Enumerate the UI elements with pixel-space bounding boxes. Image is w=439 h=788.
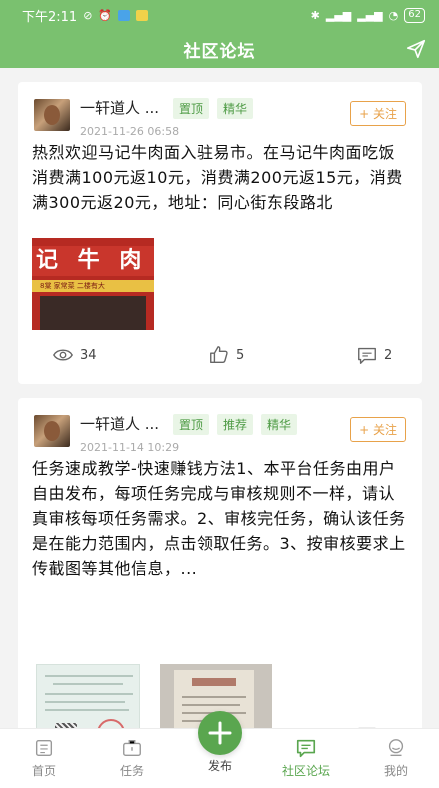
post-image-certificate[interactable] <box>36 664 140 728</box>
tab-mine-label: 我的 <box>383 764 408 778</box>
mute-icon: ⊘ <box>83 8 93 22</box>
post-date: 2021-11-26 06:58 <box>80 125 180 138</box>
tab-tasks[interactable]: 任务 <box>102 737 162 779</box>
post-card[interactable]: 一轩道人 ... 置顶 精华 2021-11-26 06:58 + 关注 热烈欢… <box>18 82 422 384</box>
comments-count: 2 <box>384 347 393 363</box>
tab-mine[interactable]: 我的 <box>366 737 426 779</box>
briefcase-icon <box>123 739 141 757</box>
shop-door <box>40 296 146 330</box>
avatar[interactable] <box>34 99 70 131</box>
post-image[interactable]: 记 牛 肉 8棠 家常菜 二楼有大 <box>32 238 154 330</box>
views-stat: 34 <box>52 344 97 366</box>
publish-label: 发布 <box>207 759 232 773</box>
page-title: 社区论坛 <box>183 41 256 62</box>
plus-icon <box>208 721 232 745</box>
message-notification-icon <box>136 9 149 21</box>
app-notification-icon <box>118 9 131 21</box>
home-icon <box>35 739 53 757</box>
tag-pinned: 置顶 <box>173 414 210 435</box>
tab-home-label: 首页 <box>31 764 56 778</box>
wifi-icon: ◔ <box>388 8 399 22</box>
status-bar: 下午2:11 ⊘ ⏰ ✱ ▂▄▆ ▂▄▆ ◔ 62 <box>0 0 439 30</box>
thumbs-up-icon <box>210 346 228 364</box>
tag-featured: 精华 <box>217 98 254 119</box>
tab-tasks-label: 任务 <box>119 764 144 778</box>
shop-banner-text: 8棠 家常菜 二楼有大 <box>32 280 154 292</box>
post-feed[interactable]: 一轩道人 ... 置顶 精华 2021-11-26 06:58 + 关注 热烈欢… <box>0 68 439 728</box>
tag-recommended: 推荐 <box>217 414 254 435</box>
bluetooth-icon: ✱ <box>310 8 320 22</box>
comment-button[interactable]: 2 <box>356 344 392 366</box>
eye-icon <box>53 349 73 361</box>
user-icon <box>388 739 404 757</box>
tag-pinned: 置顶 <box>173 98 210 119</box>
avatar[interactable] <box>34 415 70 447</box>
send-icon[interactable] <box>405 38 427 60</box>
post-author[interactable]: 一轩道人 ... <box>80 97 159 118</box>
post-date: 2021-11-14 10:29 <box>80 441 180 454</box>
post-body[interactable]: 热烈欢迎马记牛肉面入驻易市。在马记牛肉面吃饭消费满100元返10元，消费满200… <box>32 140 408 215</box>
post-author[interactable]: 一轩道人 ... <box>80 413 159 434</box>
views-count: 34 <box>80 347 97 363</box>
alarm-icon: ⏰ <box>98 8 113 22</box>
follow-button[interactable]: + 关注 <box>350 417 406 442</box>
likes-count: 5 <box>236 347 245 363</box>
post-body[interactable]: 任务速成教学-快速赚钱方法1、本平台任务由用户自由发布，每项任务完成与审核规则不… <box>32 456 408 581</box>
tab-forum[interactable]: 社区论坛 <box>276 737 336 779</box>
publish-button[interactable] <box>198 711 242 755</box>
tab-home[interactable]: 首页 <box>14 737 74 779</box>
tab-forum-label: 社区论坛 <box>281 764 330 778</box>
like-button[interactable]: 5 <box>208 344 244 366</box>
post-tags: 置顶 推荐 精华 <box>173 414 298 435</box>
tag-featured: 精华 <box>261 414 298 435</box>
comment-icon <box>358 347 376 364</box>
chat-icon <box>296 739 316 758</box>
post-stats: 34 5 2 <box>18 344 422 374</box>
signal-icon-2: ▂▄▆ <box>357 8 383 22</box>
app-header: 下午2:11 ⊘ ⏰ ✱ ▂▄▆ ▂▄▆ ◔ 62 社区论坛 <box>0 0 439 68</box>
post-card[interactable]: 一轩道人 ... 置顶 推荐 精华 2021-11-14 10:29 + 关注 … <box>18 398 422 728</box>
follow-button[interactable]: + 关注 <box>350 101 406 126</box>
post-tags: 置顶 精华 <box>173 98 254 119</box>
signal-icon: ▂▄▆ <box>325 8 352 22</box>
shop-sign-text: 记 牛 肉 <box>32 246 154 276</box>
status-time: 下午2:11 <box>22 9 78 25</box>
battery-icon: 62 <box>404 7 425 23</box>
